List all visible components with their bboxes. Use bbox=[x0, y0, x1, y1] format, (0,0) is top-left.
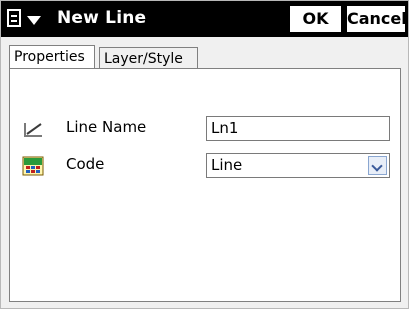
code-row: Code Line bbox=[10, 153, 400, 179]
line-icon bbox=[22, 119, 44, 139]
code-icon bbox=[22, 156, 44, 176]
line-name-label: Line Name bbox=[66, 118, 147, 136]
tab-layer-style[interactable]: Layer/Style bbox=[99, 47, 198, 69]
properties-panel: Line Name Ln1 Code Line bbox=[9, 68, 401, 302]
tab-bar: Properties Layer/Style bbox=[9, 45, 401, 69]
code-label: Code bbox=[66, 155, 105, 173]
ok-button[interactable]: OK bbox=[288, 4, 343, 34]
code-select[interactable]: Line bbox=[206, 153, 390, 178]
tab-properties[interactable]: Properties bbox=[9, 45, 95, 69]
dialog-window: New Line OK Cancel Properties Layer/Styl… bbox=[0, 0, 409, 309]
line-name-row: Line Name Ln1 bbox=[10, 116, 400, 142]
cancel-button[interactable]: Cancel bbox=[345, 4, 407, 34]
chevron-down-icon[interactable] bbox=[368, 156, 387, 175]
app-menu-button[interactable] bbox=[5, 5, 55, 33]
dialog-title: New Line bbox=[57, 8, 147, 28]
code-select-value: Line bbox=[211, 156, 243, 174]
titlebar: New Line OK Cancel bbox=[1, 1, 408, 37]
document-icon bbox=[7, 9, 21, 27]
dropdown-arrow-icon bbox=[27, 16, 41, 25]
line-name-input[interactable]: Ln1 bbox=[206, 116, 390, 141]
